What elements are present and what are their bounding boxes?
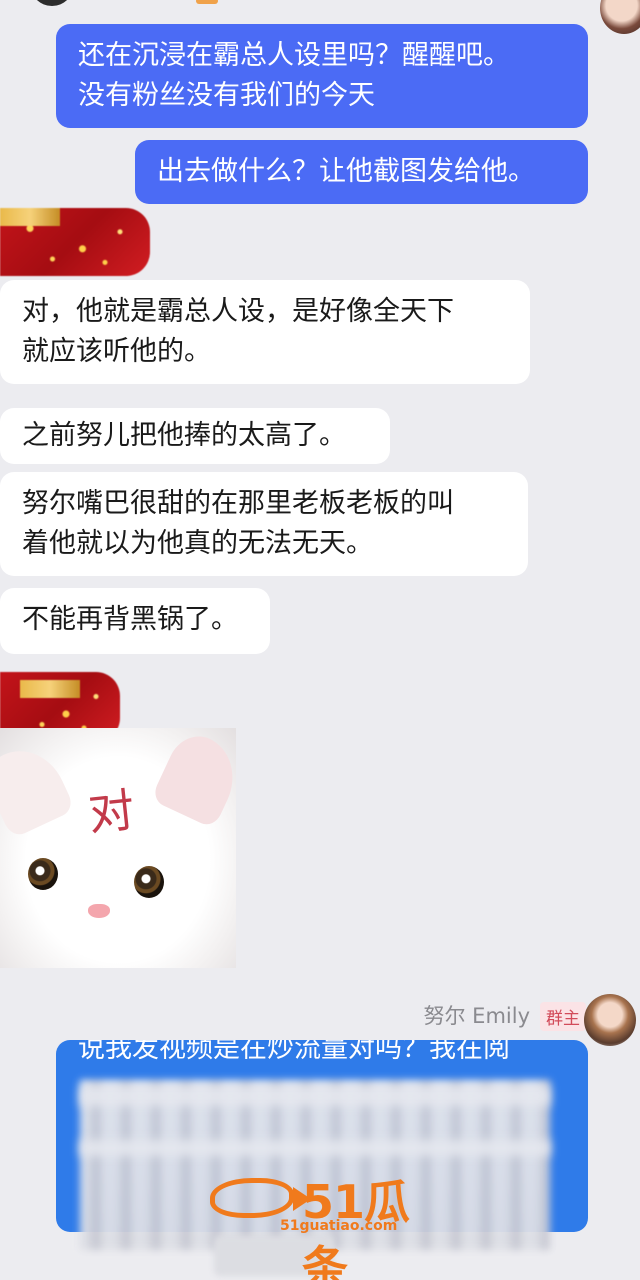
message-text: 说我发视频是在炒流量对吗？我在阅 xyxy=(78,1040,510,1064)
notification-dot xyxy=(196,0,218,4)
message-text: 没有粉丝没有我们的今天 xyxy=(78,80,375,111)
cat-ear xyxy=(0,736,76,840)
message-text: 对，他就是霸总人设，是好像全天下 xyxy=(22,296,454,327)
message-text: 出去做什么？让他截图发给他。 xyxy=(157,156,535,187)
message-text: 不能再背黑锅了。 xyxy=(22,604,238,635)
cat-sticker[interactable]: 对 xyxy=(0,728,236,968)
message-bubble-incoming[interactable]: 对，他就是霸总人设，是好像全天下 就应该听他的。 xyxy=(0,280,530,384)
message-bubble-incoming[interactable]: 不能再背黑锅了。 xyxy=(0,588,270,654)
watermark-url: 51guatiao.com xyxy=(280,1218,398,1234)
message-bubble-incoming[interactable]: 之前努儿把他捧的太高了。 xyxy=(0,408,390,464)
sender-name: 努尔 Emily xyxy=(423,1004,531,1028)
message-text: 还在沉浸在霸总人设里吗？醒醒吧。 xyxy=(78,40,510,71)
fish-icon xyxy=(210,1178,311,1218)
message-bubble-outgoing[interactable]: 还在沉浸在霸总人设里吗？醒醒吧。 没有粉丝没有我们的今天 xyxy=(56,24,588,128)
message-bubble-incoming[interactable]: 努尔嘴巴很甜的在那里老板老板的叫 着他就以为他真的无法无天。 xyxy=(0,472,528,576)
message-text: 就应该听他的。 xyxy=(22,336,211,367)
red-envelope-sticker[interactable] xyxy=(0,208,150,276)
censor-blur xyxy=(80,1140,550,1156)
group-owner-badge: 群主 xyxy=(540,1002,586,1031)
avatar[interactable] xyxy=(600,0,640,34)
sticker-text: 对 xyxy=(85,782,138,842)
message-bubble-outgoing[interactable]: 出去做什么？让他截图发给他。 xyxy=(135,140,588,204)
avatar[interactable] xyxy=(30,0,74,6)
message-text: 努尔嘴巴很甜的在那里老板老板的叫 xyxy=(22,488,454,519)
cat-nose xyxy=(88,904,110,918)
censor-blur xyxy=(80,1086,550,1106)
message-text: 着他就以为他真的无法无天。 xyxy=(22,528,373,559)
gold-trim xyxy=(20,680,80,698)
cat-eye xyxy=(134,866,164,898)
cat-ear xyxy=(150,728,236,830)
watermark-logo: 51瓜条 51guatiao.com xyxy=(210,1172,450,1280)
message-text: 之前努儿把他捧的太高了。 xyxy=(22,420,346,451)
gold-trim xyxy=(0,208,60,226)
avatar[interactable] xyxy=(584,994,636,1046)
cat-eye xyxy=(28,858,58,890)
